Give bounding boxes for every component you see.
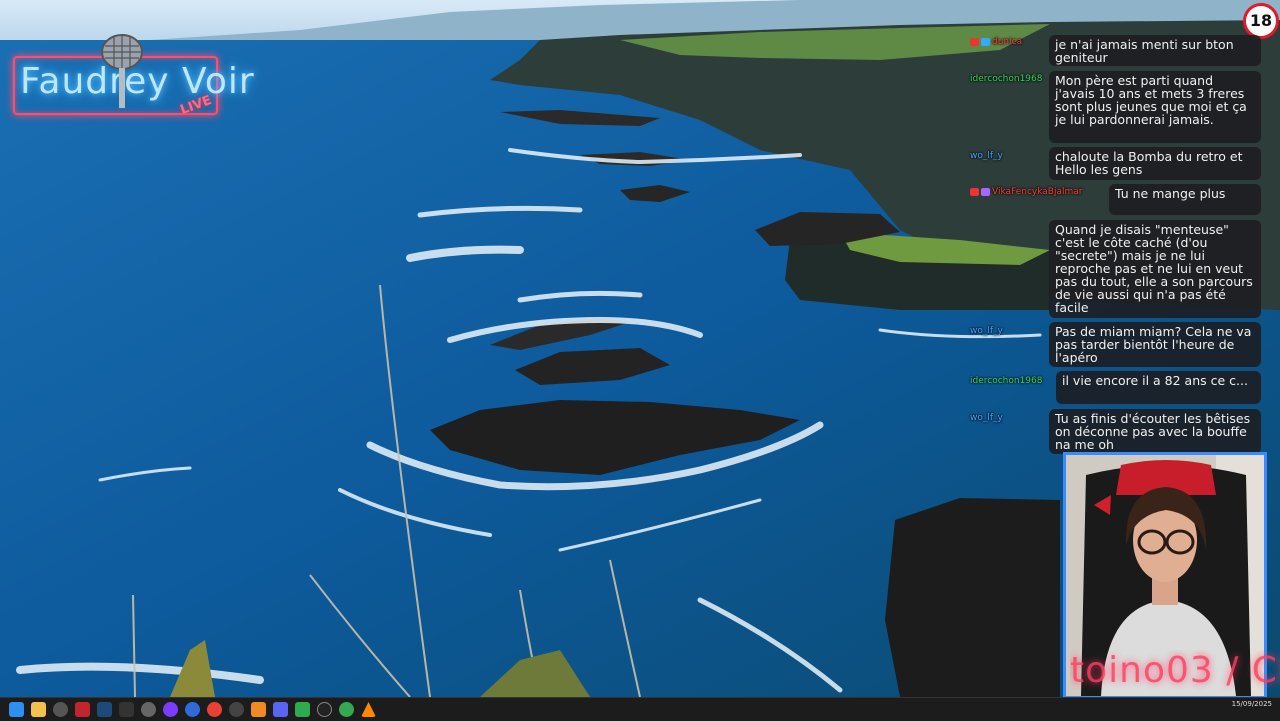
chat-username: wo_lf_y [970,413,1003,423]
app-icon[interactable] [163,702,178,717]
app-icon[interactable] [251,702,266,717]
file-explorer-icon[interactable] [31,702,46,717]
chat-username: dunica [970,37,1022,47]
app-icon[interactable] [185,702,200,717]
chat-message: Pas de miam miam? Cela ne va pas tarder … [1049,322,1261,367]
chat-message: il vie encore il a 82 ans ce c... [1056,371,1261,404]
chat-username: wo_lf_y [970,326,1003,336]
badge-icon [981,187,990,196]
windows-start-icon[interactable] [9,702,24,717]
chat-username-text: dunica [992,37,1023,47]
vlc-icon[interactable] [361,702,376,717]
app-icon[interactable] [229,702,244,717]
chat-username: wo_lf_y [970,151,1003,161]
app-icon[interactable] [295,702,310,717]
age-rating-badge: 18 [1243,3,1279,39]
cam-overlay-text: toino03 / Cha [1070,650,1280,691]
chat-message: Tu as finis d'écouter les bêtises on déc… [1049,409,1261,454]
taskbar: 15/09/2025 [0,697,1280,721]
chat-message: chaloute la Bomba du retro et Hello les … [1049,147,1261,180]
chat-username: VikaFencykaBjalmar [970,187,1082,197]
taskbar-date: 15/09/2025 [1231,700,1272,708]
badge-icon [970,37,979,46]
chat-username: idercochon1968 [970,376,1043,386]
settings-icon[interactable] [53,702,68,717]
chrome-icon[interactable] [339,702,354,717]
steam-icon[interactable] [97,702,112,717]
obs-icon[interactable] [317,702,332,717]
chat-message: je n'ai jamais menti sur bton geniteur [1049,35,1261,66]
chrome-icon[interactable] [207,702,222,717]
epic-icon[interactable] [119,702,134,717]
badge-icon [981,37,990,46]
news-icon[interactable] [75,702,90,717]
discord-icon[interactable] [273,702,288,717]
chat-message: Tu ne mange plus [1109,184,1261,215]
taskbar-clock[interactable]: 15/09/2025 [1232,700,1272,709]
chat-username: idercochon1968 [970,74,1043,84]
chat-username-text: VikaFencykaBjalmar [992,187,1083,197]
chat-message: Quand je disais "menteuse" c'est le côte… [1049,220,1261,318]
badge-icon [970,187,979,196]
chat-message: Mon père est parti quand j'avais 10 ans … [1049,71,1261,143]
microphone-icon [101,34,143,108]
app-icon[interactable] [141,702,156,717]
